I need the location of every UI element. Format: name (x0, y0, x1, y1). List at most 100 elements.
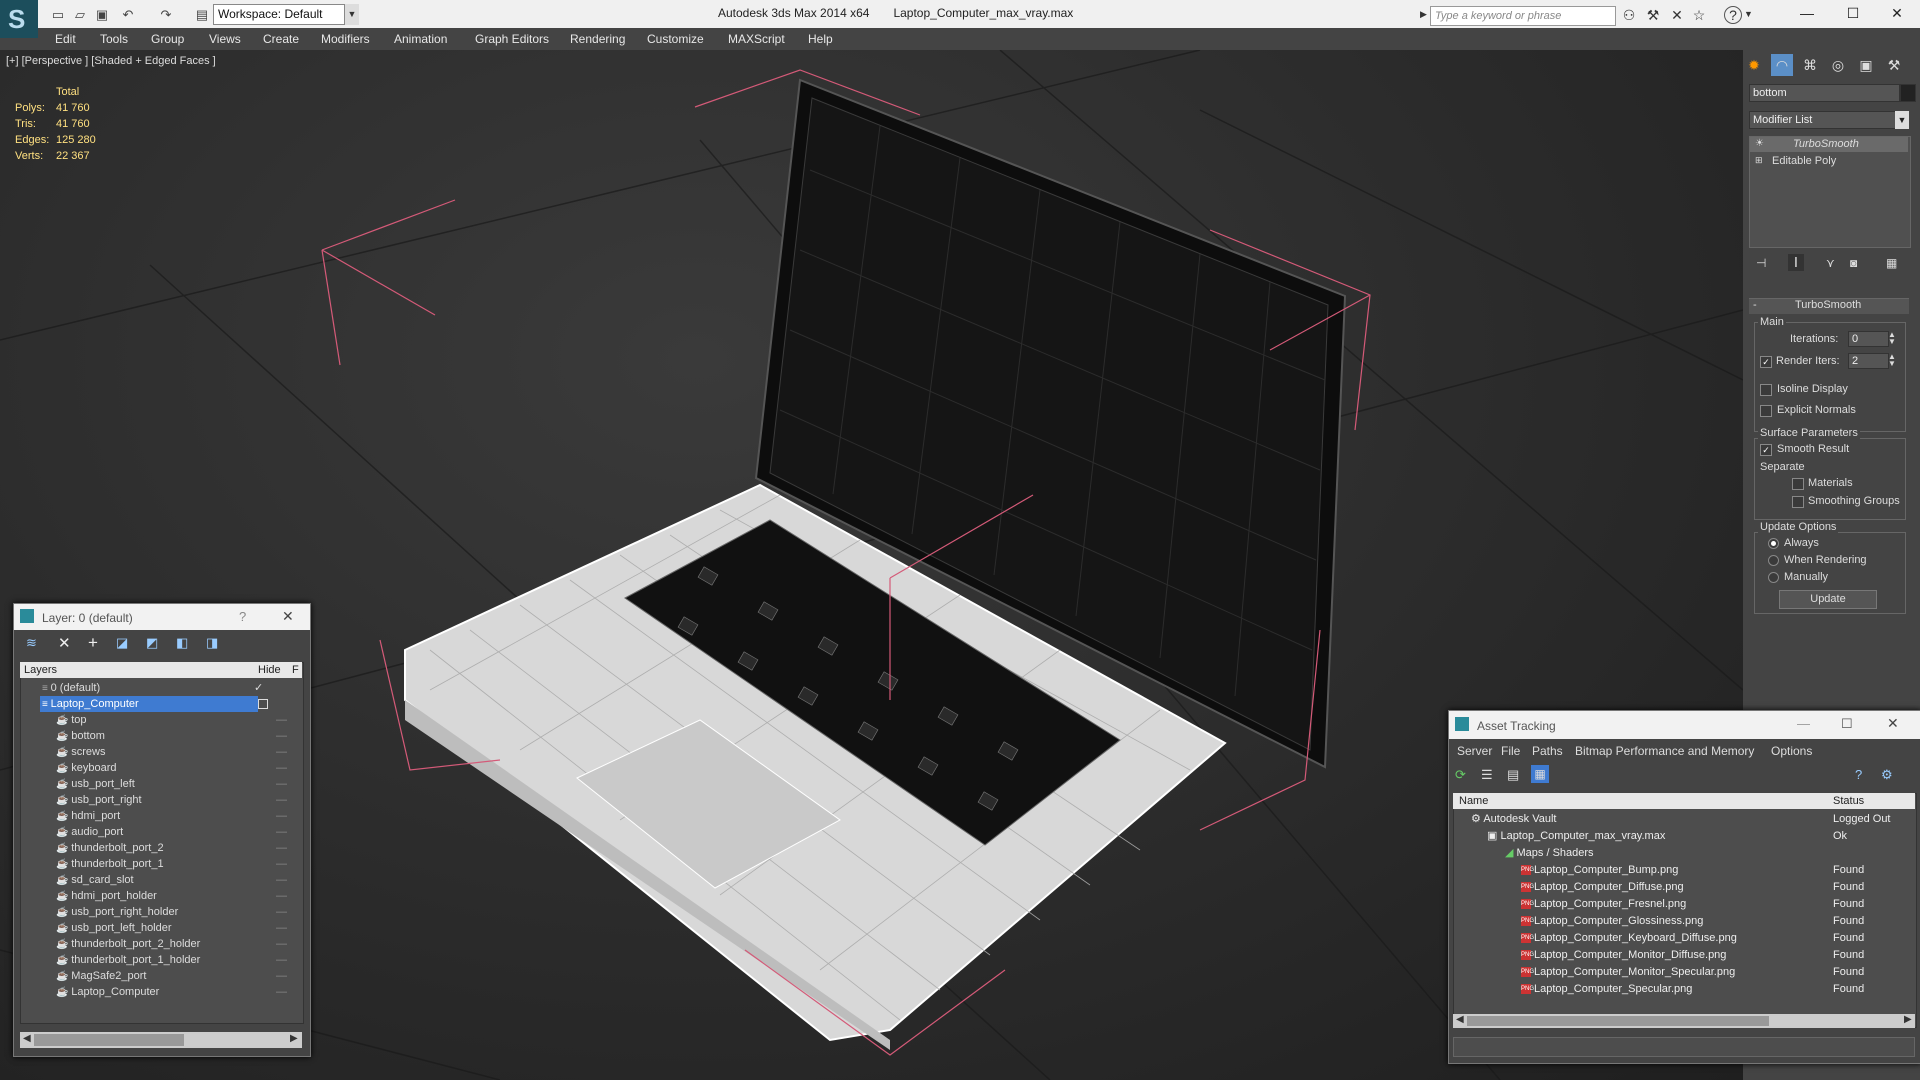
always-radio[interactable] (1768, 538, 1779, 549)
hierarchy-tab-icon[interactable]: ⌘ (1799, 54, 1821, 76)
detail-view-icon[interactable]: ▤ (1507, 767, 1519, 783)
list-view-icon[interactable]: ☰ (1481, 767, 1493, 783)
table-row[interactable]: ▣ Laptop_Computer_max_vray.max Ok (1453, 828, 1913, 845)
manually-radio[interactable] (1768, 572, 1779, 583)
layer-row-selected[interactable]: ≡ Laptop_Computer (22, 696, 290, 712)
explicit-normals-checkbox[interactable] (1760, 405, 1772, 417)
project-folder-icon[interactable]: ▤ (192, 5, 212, 25)
utilities-tab-icon[interactable]: ⚒ (1883, 54, 1905, 76)
show-end-result-icon[interactable]: Ⅰ (1788, 254, 1804, 271)
modifier-list-dropdown[interactable]: Modifier List (1749, 111, 1899, 129)
table-view-icon[interactable]: ▦ (1531, 765, 1549, 783)
smoothing-groups-checkbox[interactable] (1792, 496, 1804, 508)
create-tab-icon[interactable]: ✹ (1743, 54, 1765, 76)
close-button[interactable]: ✕ (1887, 715, 1899, 732)
add-selection-icon[interactable]: ◪ (116, 635, 128, 651)
app-logo-button[interactable]: S (0, 0, 38, 38)
search-input[interactable]: Type a keyword or phrase (1430, 6, 1616, 26)
column-header-layers[interactable]: Layers (24, 664, 57, 676)
table-row[interactable]: ⚙ Autodesk Vault Logged Out (1453, 811, 1913, 828)
column-header-status[interactable]: Status (1833, 795, 1864, 807)
scroll-left-icon[interactable]: ◀ (23, 1033, 31, 1044)
help-icon[interactable]: ? (239, 609, 246, 624)
object-color-swatch[interactable] (1900, 84, 1916, 102)
collapse-minus-icon[interactable]: - (1753, 299, 1757, 311)
display-tab-icon[interactable]: ▣ (1855, 54, 1877, 76)
list-item[interactable]: ☕ thunderbolt_port_2— (22, 840, 290, 856)
configure-sets-icon[interactable]: ▦ (1886, 256, 1897, 270)
add-layer-icon[interactable]: + (88, 633, 98, 653)
list-item[interactable]: ☕ usb_port_right — (22, 792, 290, 808)
select-objects-icon[interactable]: ◩ (146, 635, 158, 651)
column-header-hide[interactable]: Hide (258, 664, 281, 676)
help-icon[interactable]: ? (1855, 767, 1862, 782)
pin-stack-icon[interactable]: ⊣ (1756, 256, 1766, 270)
menu-rendering[interactable]: Rendering (570, 32, 625, 46)
maximize-button[interactable]: ☐ (1841, 716, 1853, 732)
asset-window-titlebar[interactable]: Asset Tracking — ☐ ✕ (1449, 711, 1920, 739)
list-item[interactable]: ☕ MagSafe2_port — (22, 968, 290, 984)
current-layer-box-icon[interactable] (258, 699, 268, 709)
list-item[interactable]: ☕ hdmi_port_holder — (22, 888, 290, 904)
render-iters-checkbox[interactable]: ✓ (1760, 356, 1772, 368)
remove-modifier-icon[interactable]: ◙ (1850, 256, 1857, 270)
help-icon[interactable]: ? (1724, 6, 1742, 24)
column-header-freeze[interactable]: F (292, 664, 299, 676)
open-file-icon[interactable]: ▱ (70, 5, 90, 25)
list-item[interactable]: ☕ audio_port — (22, 824, 290, 840)
modifier-stack-item-editable-poly[interactable]: Editable Poly (1772, 155, 1836, 167)
materials-checkbox[interactable] (1792, 478, 1804, 490)
lightbulb-icon[interactable]: ☀ (1755, 138, 1764, 149)
save-file-icon[interactable]: ▣ (92, 5, 112, 25)
menu-help[interactable]: Help (808, 32, 833, 46)
layers-icon[interactable]: ≋ (26, 635, 37, 651)
list-item[interactable]: ☕ screws — (22, 744, 290, 760)
smooth-result-checkbox[interactable]: ✓ (1760, 444, 1772, 456)
list-item[interactable]: ☕ hdmi_port — (22, 808, 290, 824)
settings-icon[interactable]: ⚙ (1881, 767, 1893, 783)
table-row[interactable]: PNGLaptop_Computer_Monitor_Specular.png F… (1453, 964, 1913, 981)
table-row[interactable]: PNGLaptop_Computer_Keyboard_Diffuse.png F… (1453, 930, 1913, 947)
render-iters-spinner[interactable]: 2 (1848, 353, 1889, 369)
when-rendering-radio[interactable] (1768, 555, 1779, 566)
menu-create[interactable]: Create (263, 32, 299, 46)
refresh-icon[interactable]: ⟳ (1455, 767, 1466, 783)
menu-customize[interactable]: Customize (647, 32, 704, 46)
modify-tab-icon[interactable]: ◠ (1771, 54, 1793, 76)
menu-maxscript[interactable]: MAXScript (728, 32, 785, 46)
spinner-arrows-icon[interactable]: ▲ ▼ (1888, 331, 1896, 346)
menu-graph-editors[interactable]: Graph Editors (475, 32, 549, 46)
list-item[interactable]: ☕ keyboard — (22, 760, 290, 776)
menu-animation[interactable]: Animation (394, 32, 447, 46)
list-item[interactable]: ☕ usb_port_left_holder — (22, 920, 290, 936)
menu-group[interactable]: Group (151, 32, 184, 46)
redo-icon[interactable]: ↷ (156, 5, 176, 25)
iterations-spinner[interactable]: 0 (1848, 331, 1889, 347)
chevron-down-icon[interactable]: ▼ (1895, 111, 1909, 129)
hide-all-icon[interactable]: ◨ (206, 635, 218, 651)
play-arrow-icon[interactable]: ▶ (1420, 9, 1427, 20)
minimize-button[interactable]: — (1784, 0, 1830, 26)
scroll-right-icon[interactable]: ▶ (1904, 1014, 1912, 1025)
list-item[interactable]: ☕ sd_card_slot — (22, 872, 290, 888)
scroll-left-icon[interactable]: ◀ (1456, 1014, 1464, 1025)
menu-options[interactable]: Options (1771, 744, 1812, 758)
list-item[interactable]: ☕ Laptop_Computer — (22, 984, 290, 1000)
menu-modifiers[interactable]: Modifiers (321, 32, 370, 46)
menu-file[interactable]: File (1501, 744, 1520, 758)
binoculars-icon[interactable]: ⚇ (1620, 6, 1638, 24)
spinner-arrows-icon[interactable]: ▲ ▼ (1888, 353, 1896, 368)
favorites-star-icon[interactable]: ☆ (1690, 6, 1708, 24)
maximize-button[interactable]: ☐ (1830, 0, 1876, 26)
viewport-label[interactable]: [+] [Perspective ] [Shaded + Edged Faces… (6, 55, 216, 67)
table-row[interactable]: PNGLaptop_Computer_Glossiness.png Found (1453, 913, 1913, 930)
table-row[interactable]: PNGLaptop_Computer_Bump.png Found (1453, 862, 1913, 879)
table-row[interactable]: ◢ Maps / Shaders (1453, 845, 1913, 862)
close-icon[interactable]: ✕ (282, 608, 294, 625)
chevron-down-icon[interactable]: ▼ (344, 4, 359, 25)
scroll-right-icon[interactable]: ▶ (290, 1033, 298, 1044)
undo-icon[interactable]: ↶ (118, 5, 138, 25)
close-button[interactable]: ✕ (1874, 0, 1920, 26)
delete-layer-icon[interactable]: ✕ (58, 634, 71, 652)
menu-paths[interactable]: Paths (1532, 744, 1563, 758)
